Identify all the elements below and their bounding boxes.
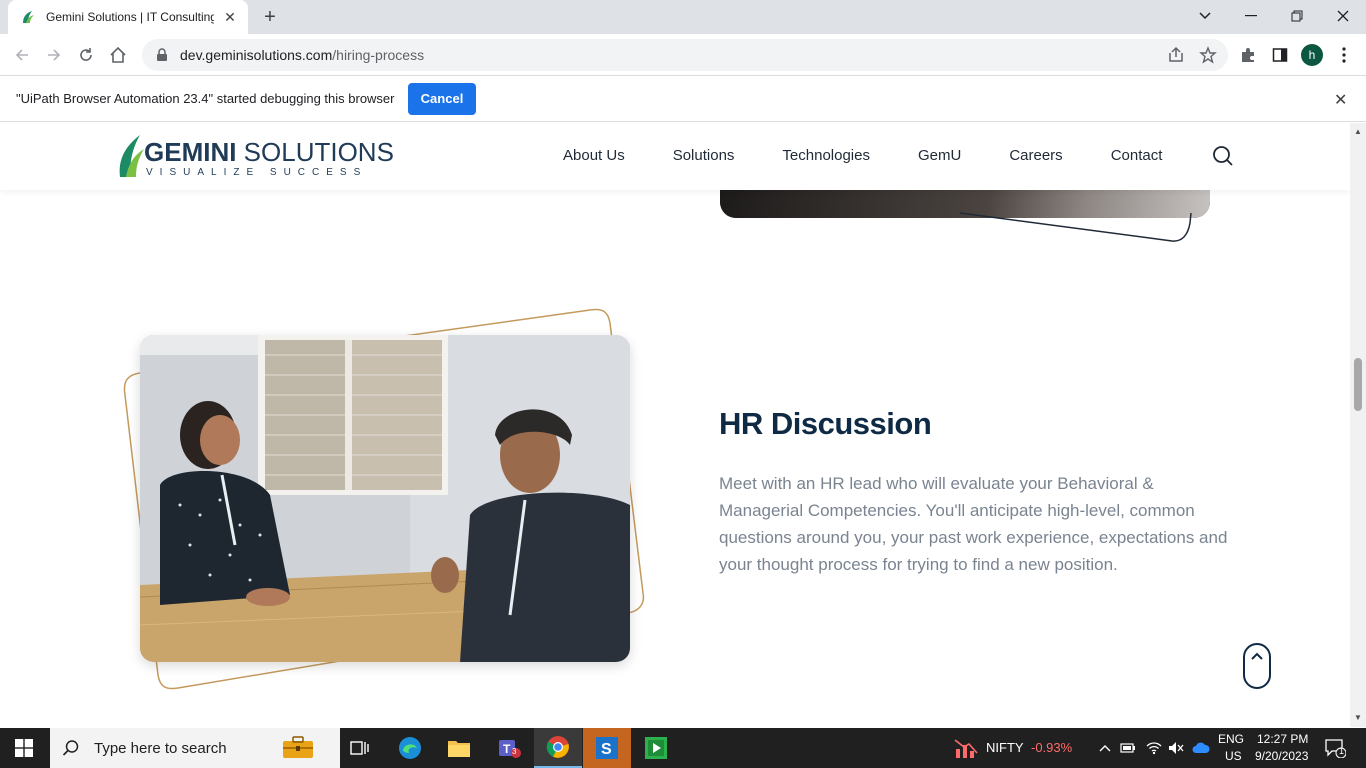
scroll-to-top-button[interactable] (1243, 643, 1271, 689)
nifty-change: -0.93% (1031, 740, 1073, 755)
chevron-up-icon (1251, 652, 1263, 660)
briefcase-icon (283, 736, 313, 758)
site-logo[interactable]: GEMINI SOLUTIONS VISUALIZE SUCCESS (116, 133, 394, 181)
logo-tagline: VISUALIZE SUCCESS (146, 167, 368, 178)
uipath-studio-icon: S (596, 737, 618, 759)
windows-taskbar: Type here to search T 3 S NIFTY -0.93% E… (0, 728, 1366, 768)
cancel-debugging-button[interactable]: Cancel (408, 83, 476, 115)
start-button[interactable] (0, 728, 48, 768)
section-description: Meet with an HR lead who will evaluate y… (719, 474, 1228, 574)
site-search-icon[interactable] (1212, 145, 1234, 167)
tab-close-icon[interactable]: ✕ (222, 9, 238, 26)
extensions-icon[interactable] (1238, 45, 1258, 65)
section-title: HR Discussion (719, 406, 932, 441)
scroll-up-arrow-icon[interactable]: ▲ (1354, 127, 1362, 136)
tab-search-icon[interactable] (1182, 0, 1228, 32)
teams-badge: 3 (512, 747, 517, 756)
taskbar-teams[interactable]: T 3 (485, 728, 533, 768)
nav-solutions[interactable]: Solutions (673, 147, 735, 164)
tray-overflow-chevron-icon[interactable] (1099, 744, 1111, 752)
volume-muted-icon[interactable] (1168, 741, 1184, 755)
taskbar-file-explorer[interactable] (435, 728, 483, 768)
edge-icon (399, 737, 421, 759)
site-header: GEMINI SOLUTIONS VISUALIZE SUCCESS About… (0, 123, 1350, 190)
browser-tab[interactable]: Gemini Solutions | IT Consulting ✕ (8, 0, 248, 34)
infobar-close-icon[interactable]: ✕ (1334, 90, 1347, 110)
gemini-favicon-icon (23, 11, 34, 23)
language-indicator-top[interactable]: ENG (1218, 732, 1244, 746)
home-button[interactable] (106, 43, 130, 67)
chrome-icon (546, 736, 569, 758)
folder-icon (448, 741, 470, 757)
notification-count: 1 (1339, 746, 1345, 756)
profile-avatar[interactable]: h (1301, 44, 1323, 66)
logo-wordmark: GEMINI SOLUTIONS (144, 137, 394, 167)
restore-button[interactable] (1274, 0, 1320, 32)
wifi-icon[interactable] (1146, 741, 1162, 755)
tab-title: Gemini Solutions | IT Consulting (46, 10, 214, 24)
taskbar-edge[interactable] (386, 728, 434, 768)
share-icon[interactable] (1167, 46, 1185, 64)
browser-tabstrip: Gemini Solutions | IT Consulting ✕ + (0, 0, 1366, 34)
infobar-message: "UiPath Browser Automation 23.4" started… (16, 91, 395, 106)
main-nav: About Us Solutions Technologies GemU Car… (563, 147, 1210, 164)
play-app-icon (645, 737, 667, 759)
taskbar-search-box[interactable]: Type here to search (50, 728, 340, 768)
teams-icon: T (499, 740, 521, 758)
task-view-icon (350, 741, 369, 755)
taskbar-uipath-assistant[interactable] (632, 728, 680, 768)
side-panel-icon[interactable] (1270, 45, 1290, 65)
nifty-label[interactable]: NIFTY (986, 740, 1024, 755)
nav-careers[interactable]: Careers (1009, 147, 1062, 164)
svg-text:S: S (601, 741, 612, 758)
nav-about-us[interactable]: About Us (563, 147, 625, 164)
reload-button[interactable] (74, 43, 98, 67)
bookmark-star-icon[interactable] (1199, 46, 1217, 64)
stock-chart-icon (954, 739, 978, 758)
scrollbar-thumb[interactable] (1354, 358, 1362, 411)
search-icon (62, 740, 79, 756)
taskbar-chrome[interactable] (534, 728, 582, 768)
forward-button[interactable] (42, 43, 66, 67)
page-viewport: GEMINI SOLUTIONS VISUALIZE SUCCESS About… (0, 123, 1350, 727)
debug-infobar: "UiPath Browser Automation 23.4" started… (0, 77, 1366, 122)
back-button[interactable] (10, 43, 34, 67)
close-window-button[interactable] (1320, 0, 1366, 32)
nav-technologies[interactable]: Technologies (782, 147, 870, 164)
task-view-button[interactable] (336, 728, 384, 768)
taskbar-search-placeholder: Type here to search (94, 739, 227, 757)
more-menu-icon[interactable] (1334, 45, 1354, 65)
new-tab-button[interactable]: + (258, 6, 282, 28)
clock-date: 9/20/2023 (1255, 749, 1309, 763)
nav-contact[interactable]: Contact (1111, 147, 1163, 164)
minimize-button[interactable] (1228, 0, 1274, 32)
taskbar-uipath[interactable]: S (583, 728, 631, 768)
windows-logo-icon (15, 739, 33, 757)
battery-icon[interactable] (1120, 742, 1136, 754)
url-host: dev.geminisolutions.com (180, 47, 333, 63)
previous-step-frame-decoration (959, 212, 1192, 242)
address-bar[interactable]: dev.geminisolutions.com/hiring-process (142, 39, 1228, 71)
scroll-down-arrow-icon[interactable]: ▼ (1354, 713, 1362, 722)
url-path: /hiring-process (332, 47, 425, 63)
page-scrollbar[interactable]: ▲ ▼ (1350, 123, 1366, 727)
clock-time[interactable]: 12:27 PM (1257, 732, 1308, 746)
browser-toolbar: dev.geminisolutions.com/hiring-process h (0, 34, 1366, 76)
lock-icon[interactable] (156, 48, 168, 62)
gemini-leaf-logo-icon (119, 135, 144, 177)
onedrive-cloud-icon[interactable] (1192, 742, 1210, 754)
svg-text:T: T (503, 742, 511, 756)
hr-discussion-photo (140, 335, 630, 662)
language-indicator-bottom: US (1225, 749, 1242, 763)
nav-gemu[interactable]: GemU (918, 147, 961, 164)
